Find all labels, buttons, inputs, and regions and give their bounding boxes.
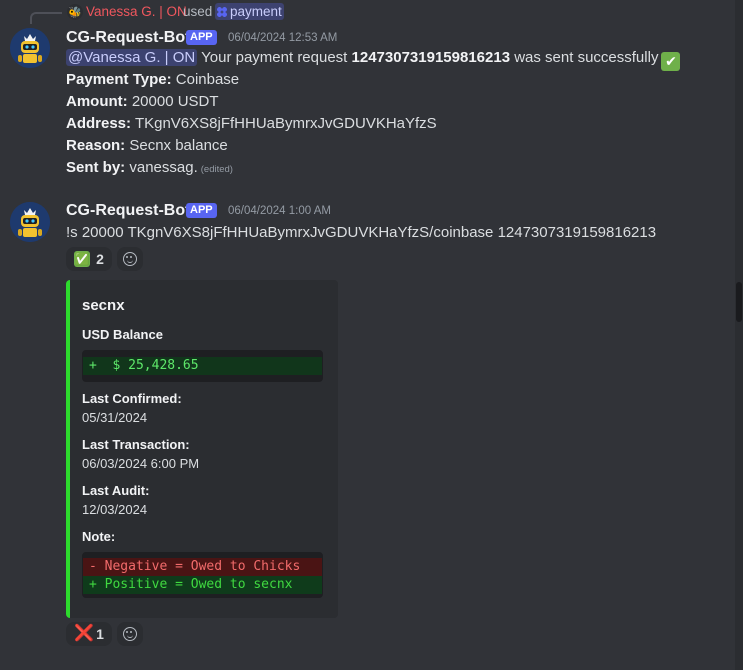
embed-last-audit-label: Last Audit: xyxy=(82,483,150,498)
user-mention[interactable]: @Vanessa G. | ON xyxy=(66,49,198,66)
field-sent-by: Sent by: vanessag. (edited) xyxy=(66,157,233,181)
reaction-count: 2 xyxy=(96,251,104,267)
message-text-before: Your payment request xyxy=(201,49,348,66)
app-badge: APP xyxy=(186,203,217,218)
embed-note-label: Note: xyxy=(82,529,116,544)
add-reaction-icon xyxy=(123,627,137,641)
edited-label[interactable]: (edited) xyxy=(201,164,233,175)
field-value: Coinbase xyxy=(175,71,240,88)
usd-balance-value: + $ 25,428.65 xyxy=(83,357,322,375)
usd-balance-codeblock: + $ 25,428.65 xyxy=(82,350,323,382)
robot-avatar-icon xyxy=(10,202,50,242)
add-reaction-button[interactable] xyxy=(117,247,143,271)
cross-mark-icon: ❌ xyxy=(74,625,95,642)
field-label: Payment Type: xyxy=(66,71,172,88)
field-label: Sent by: xyxy=(66,159,126,176)
field-payment-type: Payment Type: Coinbase xyxy=(66,69,239,91)
embed-last-confirmed-value: 05/31/2024 xyxy=(82,410,148,425)
reaction-cross[interactable]: ❌ 1 xyxy=(66,622,112,646)
field-value: Secnx balance xyxy=(129,137,228,154)
reply-used-text: used xyxy=(183,4,213,19)
embed-last-transaction-label: Last Transaction: xyxy=(82,437,190,452)
field-label: Reason: xyxy=(66,137,126,154)
command-text: !s 20000 TKgnV6XS8jFfHHUaBymrxJvGDUVKHaY… xyxy=(66,224,657,241)
message-body: @Vanessa G. | ON Your payment request 12… xyxy=(66,47,681,71)
note-codeblock: - Negative = Owed to Chicks + Positive =… xyxy=(82,552,323,598)
note-negative-line: - Negative = Owed to Chicks xyxy=(83,558,322,576)
message-author[interactable]: CG-Request-Bot xyxy=(66,28,190,48)
bot-avatar[interactable] xyxy=(10,28,50,68)
app-badge: APP xyxy=(186,30,217,45)
robot-avatar-icon xyxy=(10,28,50,68)
reply-spine xyxy=(30,12,62,24)
embed-title: secnx xyxy=(82,297,125,314)
message-author[interactable]: CG-Request-Bot xyxy=(66,201,190,221)
field-address: Address: TKgnV6XS8jFfHHUaBymrxJvGDUVKHaY… xyxy=(66,113,437,135)
message-timestamp[interactable]: 06/04/2024 12:53 AM xyxy=(228,30,337,46)
scrollbar-thumb[interactable] xyxy=(736,282,742,322)
embed-last-audit-value: 12/03/2024 xyxy=(82,502,148,517)
message-timestamp[interactable]: 06/04/2024 1:00 AM xyxy=(228,203,331,219)
add-reaction-button[interactable] xyxy=(117,622,143,646)
bot-avatar[interactable] xyxy=(10,202,50,242)
embed-last-confirmed-label: Last Confirmed: xyxy=(82,391,182,406)
field-amount: Amount: 20000 USDT xyxy=(66,91,219,113)
embed-usd-balance-label: USD Balance xyxy=(82,327,163,342)
field-value: vanessag. xyxy=(129,159,198,176)
field-label: Amount: xyxy=(66,93,128,110)
slash-command-icon xyxy=(217,6,227,17)
field-value: TKgnV6XS8jFfHHUaBymrxJvGDUVKHaYfzS xyxy=(134,115,437,132)
check-mark-icon: ✔ xyxy=(661,52,681,71)
note-positive-line: + Positive = Owed to secnx xyxy=(83,576,322,594)
field-value: 20000 USDT xyxy=(131,93,219,110)
request-id: 1247307319159816213 xyxy=(351,49,511,66)
field-reason: Reason: Secnx balance xyxy=(66,135,228,157)
field-label: Address: xyxy=(66,115,132,132)
reaction-check[interactable]: ✅ 2 xyxy=(66,247,112,271)
reply-username[interactable]: Vanessa G. | ON xyxy=(86,4,187,20)
scrollbar[interactable] xyxy=(735,0,743,670)
embed-card: secnx USD Balance + $ 25,428.65 Last Con… xyxy=(66,280,338,618)
reaction-count: 1 xyxy=(96,626,104,642)
check-mark-icon: ✅ xyxy=(74,251,91,267)
reply-avatar-icon[interactable]: 🐝 xyxy=(67,4,83,20)
reply-command-name: payment xyxy=(230,4,282,19)
add-reaction-icon xyxy=(123,252,137,266)
reply-command-link[interactable]: payment xyxy=(215,3,284,20)
embed-last-transaction-value: 06/03/2024 6:00 PM xyxy=(82,456,200,471)
message-text-after: was sent successfully xyxy=(514,49,659,66)
